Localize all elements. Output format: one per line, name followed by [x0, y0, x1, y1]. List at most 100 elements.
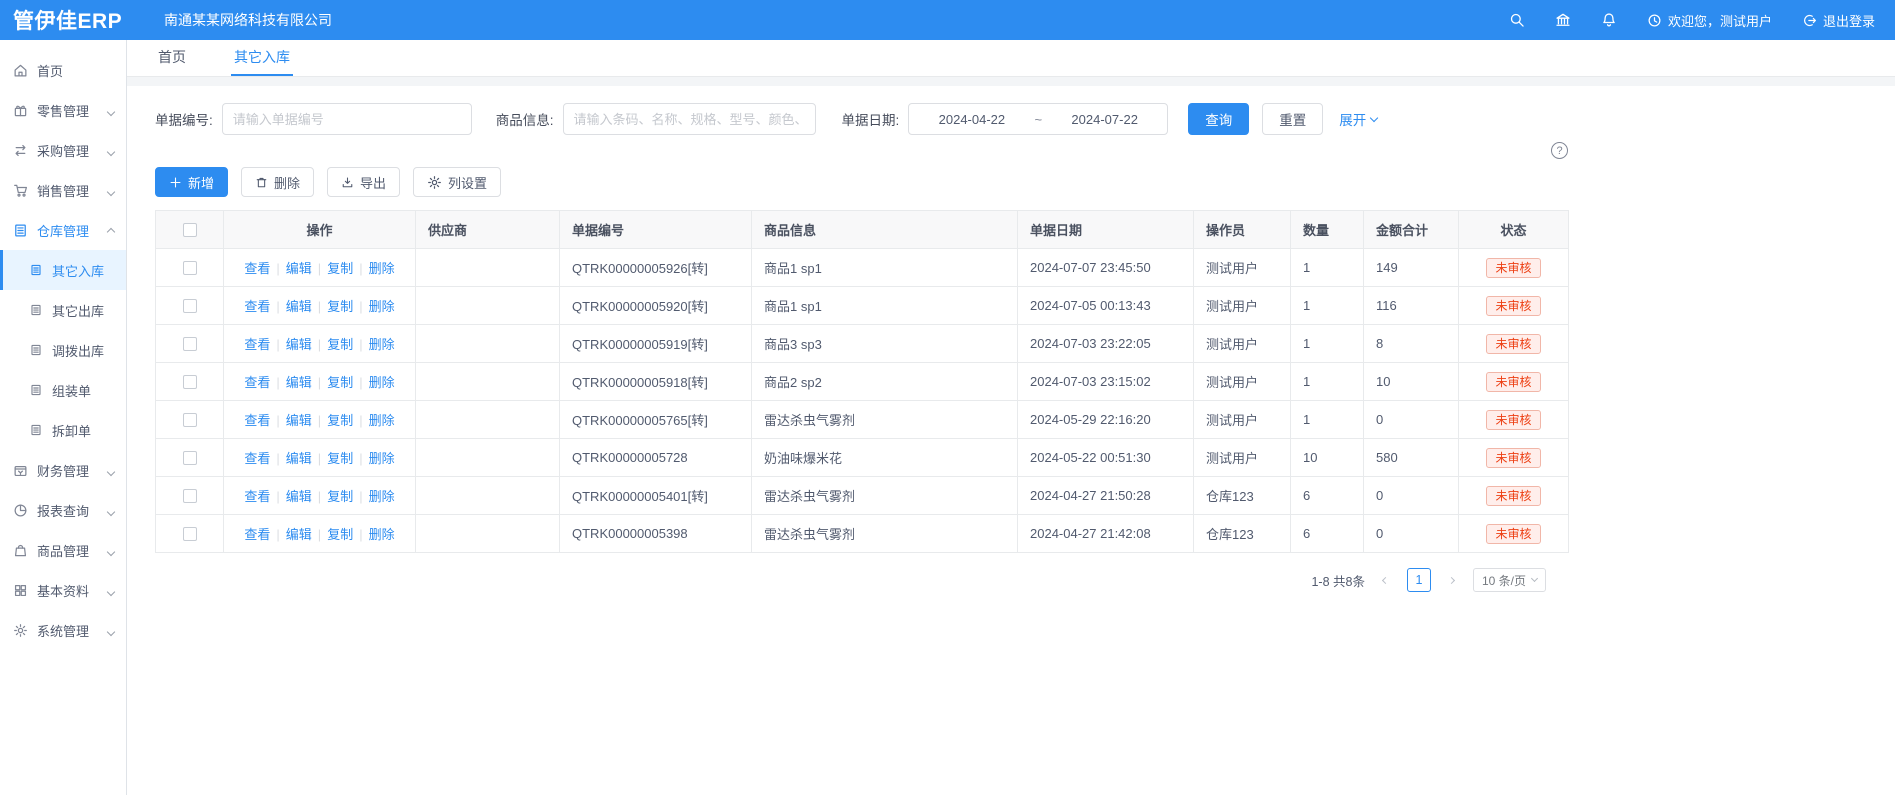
action-edit-link[interactable]: 编辑 — [286, 413, 312, 428]
action-copy-link[interactable]: 复制 — [327, 413, 353, 428]
action-delete-link[interactable]: 删除 — [369, 261, 395, 276]
row-checkbox[interactable] — [183, 261, 197, 275]
reset-button[interactable]: 重置 — [1262, 103, 1323, 135]
product-info-input[interactable] — [563, 103, 816, 135]
tab-other-inbound[interactable]: 其它入库 — [231, 40, 293, 76]
date-range-picker[interactable]: 2024-04-22 ~ 2024-07-22 — [908, 103, 1168, 135]
cell-select — [156, 477, 224, 515]
next-page-button[interactable] — [1441, 569, 1463, 591]
trash-icon — [255, 176, 268, 189]
status-badge: 未审核 — [1486, 486, 1540, 506]
search-icon[interactable] — [1509, 12, 1525, 28]
bill-no-label: 单据编号: — [155, 109, 213, 129]
action-copy-link[interactable]: 复制 — [327, 489, 353, 504]
prev-page-button[interactable] — [1375, 569, 1397, 591]
sidebar-item-other-outbound[interactable]: 其它出库 — [0, 290, 126, 330]
current-page[interactable]: 1 — [1407, 568, 1431, 592]
action-view-link[interactable]: 查看 — [244, 375, 270, 390]
expand-link[interactable]: 展开 — [1339, 109, 1377, 129]
action-delete-link[interactable]: 删除 — [369, 337, 395, 352]
row-checkbox[interactable] — [183, 413, 197, 427]
action-delete-link[interactable]: 删除 — [369, 527, 395, 542]
bill-no-input[interactable] — [222, 103, 472, 135]
search-button[interactable]: 查询 — [1188, 103, 1249, 135]
sidebar-item-warehouse-mgmt[interactable]: 仓库管理 — [0, 210, 126, 250]
logout-button[interactable]: 退出登录 — [1802, 11, 1875, 30]
select-all-checkbox[interactable] — [183, 223, 197, 237]
sidebar-item-purchase-mgmt[interactable]: 采购管理 — [0, 130, 126, 170]
cell-supplier — [416, 287, 560, 325]
cell-amount: 0 — [1364, 477, 1459, 515]
column-settings-button[interactable]: 列设置 — [413, 167, 501, 197]
action-delete-link[interactable]: 删除 — [369, 451, 395, 466]
table-row: 查看|编辑|复制|删除QTRK00000005398雷达杀虫气雾剂2024-04… — [156, 515, 1569, 553]
row-checkbox[interactable] — [183, 451, 197, 465]
status-badge: 未审核 — [1486, 524, 1540, 544]
sidebar-item-basic-data[interactable]: 基本资料 — [0, 570, 126, 610]
sidebar-item-home[interactable]: 首页 — [0, 50, 126, 90]
table-row: 查看|编辑|复制|删除QTRK00000005728奶油味爆米花2024-05-… — [156, 439, 1569, 477]
action-edit-link[interactable]: 编辑 — [286, 337, 312, 352]
row-checkbox[interactable] — [183, 337, 197, 351]
sidebar-item-other-inbound[interactable]: 其它入库 — [0, 250, 126, 290]
row-checkbox[interactable] — [183, 527, 197, 541]
action-view-link[interactable]: 查看 — [244, 413, 270, 428]
action-edit-link[interactable]: 编辑 — [286, 375, 312, 390]
sidebar-item-disassembly-order[interactable]: 拆卸单 — [0, 410, 126, 450]
delete-button-label: 删除 — [274, 173, 300, 192]
tab-home[interactable]: 首页 — [155, 40, 189, 76]
action-edit-link[interactable]: 编辑 — [286, 451, 312, 466]
cell-amount: 0 — [1364, 515, 1459, 553]
action-delete-link[interactable]: 删除 — [369, 489, 395, 504]
action-copy-link[interactable]: 复制 — [327, 337, 353, 352]
column-header-supplier: 供应商 — [416, 211, 560, 249]
action-edit-link[interactable]: 编辑 — [286, 261, 312, 276]
logout-text: 退出登录 — [1823, 11, 1875, 30]
sidebar-item-label: 仓库管理 — [37, 221, 89, 240]
action-view-link[interactable]: 查看 — [244, 527, 270, 542]
date-from-value[interactable]: 2024-04-22 — [939, 112, 1006, 127]
action-view-link[interactable]: 查看 — [244, 261, 270, 276]
sidebar-item-assembly-order[interactable]: 组装单 — [0, 370, 126, 410]
action-delete-link[interactable]: 删除 — [369, 413, 395, 428]
action-copy-link[interactable]: 复制 — [327, 261, 353, 276]
action-delete-link[interactable]: 删除 — [369, 375, 395, 390]
action-view-link[interactable]: 查看 — [244, 489, 270, 504]
action-edit-link[interactable]: 编辑 — [286, 299, 312, 314]
cell-status: 未审核 — [1459, 515, 1569, 553]
sidebar-item-sales-mgmt[interactable]: 销售管理 — [0, 170, 126, 210]
action-copy-link[interactable]: 复制 — [327, 299, 353, 314]
row-checkbox[interactable] — [183, 299, 197, 313]
help-icon[interactable]: ? — [1551, 142, 1568, 159]
action-copy-link[interactable]: 复制 — [327, 451, 353, 466]
chevron-down-icon — [108, 103, 114, 118]
action-delete-link[interactable]: 删除 — [369, 299, 395, 314]
bell-icon[interactable] — [1601, 12, 1617, 28]
action-edit-link[interactable]: 编辑 — [286, 489, 312, 504]
action-copy-link[interactable]: 复制 — [327, 527, 353, 542]
add-button[interactable]: 新增 — [155, 167, 228, 197]
delete-button[interactable]: 删除 — [241, 167, 314, 197]
action-view-link[interactable]: 查看 — [244, 451, 270, 466]
sidebar-item-finance-mgmt[interactable]: 财务管理 — [0, 450, 126, 490]
sidebar-item-transfer-outbound[interactable]: 调拨出库 — [0, 330, 126, 370]
app-logo: 管伊佳ERP — [0, 5, 152, 35]
bank-icon[interactable] — [1555, 12, 1571, 28]
action-view-link[interactable]: 查看 — [244, 337, 270, 352]
cell-date: 2024-05-29 22:16:20 — [1018, 401, 1194, 439]
sidebar-item-system-mgmt[interactable]: 系统管理 — [0, 610, 126, 650]
sidebar-item-retail-mgmt[interactable]: 零售管理 — [0, 90, 126, 130]
export-button[interactable]: 导出 — [327, 167, 400, 197]
sidebar-item-product-mgmt[interactable]: 商品管理 — [0, 530, 126, 570]
row-checkbox[interactable] — [183, 489, 197, 503]
page-size-select[interactable]: 10 条/页 — [1473, 568, 1546, 592]
action-view-link[interactable]: 查看 — [244, 299, 270, 314]
date-to-value[interactable]: 2024-07-22 — [1071, 112, 1138, 127]
action-edit-link[interactable]: 编辑 — [286, 527, 312, 542]
action-copy-link[interactable]: 复制 — [327, 375, 353, 390]
action-separator: | — [318, 261, 321, 276]
sidebar-item-report-query[interactable]: 报表查询 — [0, 490, 126, 530]
row-checkbox[interactable] — [183, 375, 197, 389]
filter-bar: 单据编号: 商品信息: 单据日期: 2024-04-22 ~ 2024-07-2… — [155, 103, 1568, 135]
user-welcome[interactable]: 欢迎您，测试用户 — [1647, 11, 1772, 30]
